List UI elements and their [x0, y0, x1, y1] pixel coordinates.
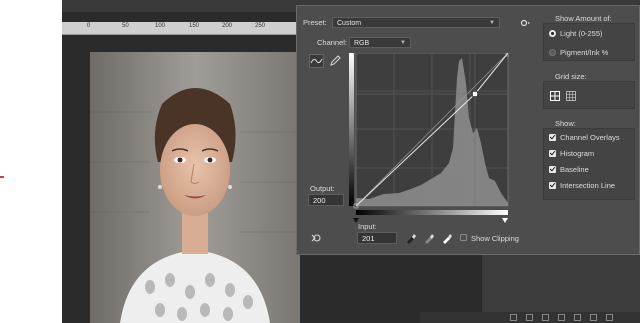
pigment-label: Pigment/Ink % [560, 48, 609, 57]
marker-dot [0, 176, 4, 178]
output-gradient-bar [349, 53, 354, 206]
ruler-tick: 200 [222, 23, 233, 29]
show-clipping-checkbox[interactable] [460, 234, 467, 241]
chevron-down-icon: ▼ [400, 40, 406, 46]
output-label: Output: [310, 184, 335, 193]
white-point-slider [502, 218, 508, 223]
new-layer-icon[interactable] [590, 314, 597, 321]
channel-dropdown[interactable]: RGB ▼ [349, 37, 411, 48]
histogram-label: Histogram [560, 149, 595, 158]
curve-graph[interactable] [349, 53, 509, 223]
light-label: Light (0-255) [560, 29, 603, 38]
detailed-grid-icon[interactable] [566, 91, 576, 101]
pencil-icon[interactable] [329, 55, 341, 67]
preset-label: Preset: [303, 18, 327, 27]
grid-size-title: Grid size: [555, 72, 587, 81]
adjustment-icon[interactable] [558, 314, 565, 321]
channel-overlays-checkbox[interactable] [549, 134, 556, 141]
show-amount-title: Show Amount of: [555, 14, 612, 23]
channel-label: Channel: [317, 38, 348, 47]
horizontal-ruler: 0 50 100 150 200 250 [62, 22, 300, 35]
curve-point [472, 91, 478, 97]
preset-dropdown[interactable]: Custom ▼ [332, 17, 500, 28]
portrait-photo[interactable] [90, 52, 300, 323]
black-eyedropper-icon[interactable] [405, 232, 417, 244]
ruler-tick: 250 [255, 23, 266, 29]
pigment-radio[interactable] [549, 49, 556, 56]
link-icon[interactable] [510, 314, 517, 321]
gray-eyedropper-icon[interactable] [423, 232, 435, 244]
light-radio[interactable] [549, 30, 556, 37]
output-field[interactable]: 200 [308, 194, 344, 206]
fx-icon[interactable] [526, 314, 533, 321]
layers-panel-footer [420, 312, 640, 323]
channel-value: RGB [354, 40, 370, 47]
show-amount-group: Light (0-255) Pigment/Ink % [543, 23, 635, 61]
show-title: Show: [555, 119, 576, 128]
ruler-tick: 50 [122, 23, 129, 29]
targeted-adjustment-icon[interactable] [311, 232, 323, 244]
curves-dialog: Preset: Custom ▼ Channel: RGB ▼ Output: … [296, 5, 640, 255]
show-group: Channel Overlays Histogram Baseline Inte… [543, 128, 635, 200]
baseline-checkbox[interactable] [549, 166, 556, 173]
white-eyedropper-icon[interactable] [441, 232, 453, 244]
ruler-tick: 0 [87, 23, 91, 29]
channel-overlays-label: Channel Overlays [560, 133, 620, 142]
intersection-line-label: Intersection Line [560, 181, 616, 190]
curve-wave-icon [310, 58, 323, 64]
intersection-line-checkbox[interactable] [549, 182, 556, 189]
baseline-label: Baseline [560, 165, 589, 174]
ruler-tick: 150 [189, 23, 200, 29]
portrait-image [90, 52, 300, 323]
histogram-checkbox[interactable] [549, 150, 556, 157]
simple-grid-icon[interactable] [550, 91, 560, 101]
trash-icon[interactable] [606, 314, 613, 321]
preset-value: Custom [337, 20, 362, 27]
curve-point-tool[interactable] [309, 54, 324, 68]
mask-icon[interactable] [542, 314, 549, 321]
input-field[interactable]: 201 [357, 232, 397, 244]
chevron-down-icon: ▼ [489, 20, 495, 26]
gear-icon[interactable] [519, 17, 531, 29]
ruler-tick: 100 [155, 23, 166, 29]
grid-size-group [543, 81, 635, 109]
folder-icon[interactable] [574, 314, 581, 321]
input-label: Input: [358, 222, 377, 231]
show-clipping-label: Show Clipping [471, 234, 519, 243]
input-gradient-bar [356, 210, 508, 215]
